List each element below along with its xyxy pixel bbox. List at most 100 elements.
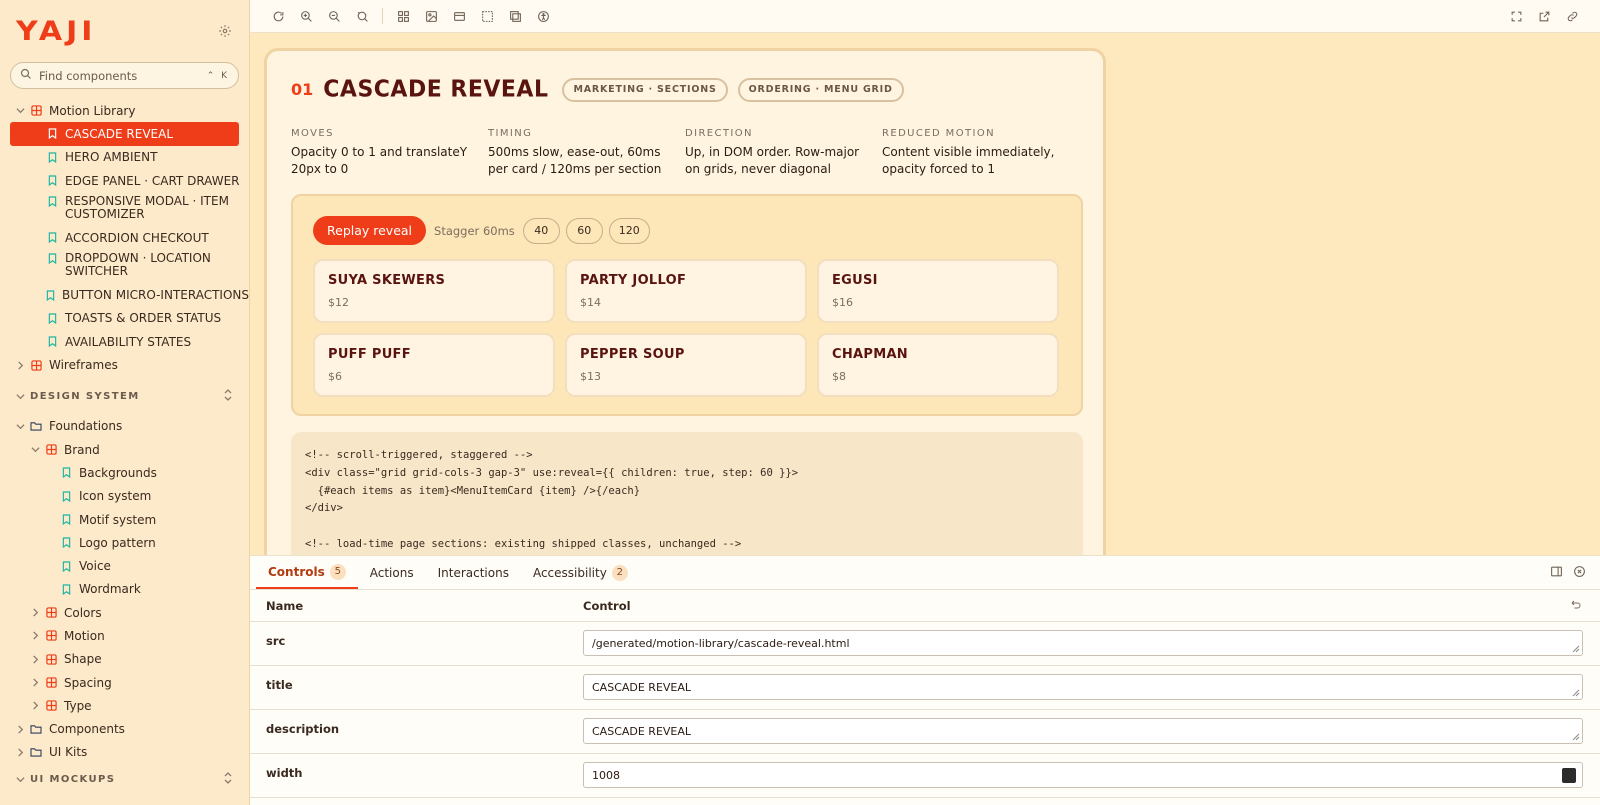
zoom-reset-icon[interactable]	[348, 2, 376, 30]
tab-actions[interactable]: Actions	[358, 556, 426, 589]
preview-toolbar	[250, 0, 1600, 33]
tag-ordering-menu-grid: ORDERING · MENU GRID	[737, 77, 904, 102]
tab-interactions[interactable]: Interactions	[426, 556, 521, 589]
spec-direction: DIRECTION Up, in DOM order. Row-major on…	[685, 128, 860, 176]
menu-item-card[interactable]: PEPPER SOUP $13	[565, 333, 807, 397]
tag-marketing-sections: MARKETING · SECTIONS	[562, 77, 728, 102]
tree-item-voice[interactable]: Voice	[0, 554, 249, 577]
menu-item-card[interactable]: CHAPMAN $8	[817, 333, 1059, 397]
tree-item-shape[interactable]: Shape	[0, 648, 249, 671]
addons-panel: Controls 5 Actions Interactions Accessib…	[250, 555, 1600, 805]
expand-collapse-icon[interactable]	[223, 389, 233, 404]
tab-accessibility[interactable]: Accessibility 2	[521, 556, 640, 589]
component-grid-icon	[45, 444, 57, 456]
tree-item-availability[interactable]: AVAILABILITY STATES	[0, 330, 249, 353]
tree-item-accordion-checkout[interactable]: ACCORDION CHECKOUT	[0, 226, 249, 249]
grid-icon[interactable]	[389, 2, 417, 30]
section-design-system[interactable]: DESIGN SYSTEM	[0, 379, 249, 415]
menu-item-card[interactable]: EGUSI $16	[817, 259, 1059, 323]
resize-grip-icon[interactable]	[1572, 733, 1580, 741]
bookmark-icon	[46, 252, 58, 264]
spec-timing: TIMING 500ms slow, ease-out, 60ms per ca…	[488, 128, 662, 176]
section-ui-mockups[interactable]: UI MOCKUPS	[0, 764, 249, 794]
tree-item-ui-kits[interactable]: UI Kits	[0, 741, 249, 764]
prop-name: description	[266, 722, 340, 736]
resize-grip-icon[interactable]	[1572, 645, 1580, 653]
menu-item-card[interactable]: PUFF PUFF $6	[313, 333, 555, 397]
tree-item-hero-ambient[interactable]: HERO AMBIENT	[0, 146, 249, 169]
tree-item-wordmark[interactable]: Wordmark	[0, 578, 249, 601]
menu-item-card[interactable]: PARTY JOLLOF $14	[565, 259, 807, 323]
close-icon[interactable]	[1573, 565, 1586, 581]
tree-item-type[interactable]: Type	[0, 694, 249, 717]
bookmark-icon	[46, 195, 58, 207]
stagger-40-button[interactable]: 40	[522, 217, 560, 244]
tree-item-button-micro[interactable]: BUTTON MICRO-INTERACTIONS	[0, 283, 249, 306]
toolbar-divider	[382, 8, 383, 24]
expand-collapse-icon[interactable]	[223, 771, 233, 787]
accessibility-icon[interactable]	[529, 2, 557, 30]
tree-item-icon-system[interactable]: Icon system	[0, 485, 249, 508]
replay-reveal-button[interactable]: Replay reveal	[313, 216, 427, 245]
tree-item-colors[interactable]: Colors	[0, 601, 249, 624]
component-grid-icon	[45, 653, 57, 665]
zoom-out-icon[interactable]	[320, 2, 348, 30]
bookmark-icon	[60, 537, 72, 549]
controls-count-badge: 5	[329, 563, 346, 580]
prop-name: width	[266, 766, 303, 780]
resize-grip-icon[interactable]	[1572, 689, 1580, 697]
background-image-icon[interactable]	[417, 2, 445, 30]
tree-item-components[interactable]: Components	[0, 718, 249, 741]
menu-item-card[interactable]: SUYA SKEWERS $12	[313, 259, 555, 323]
reset-icon[interactable]	[1570, 598, 1600, 613]
component-grid-icon	[45, 607, 57, 619]
zoom-in-icon[interactable]	[292, 2, 320, 30]
tree-item-motion[interactable]: Motion	[0, 624, 249, 647]
open-new-tab-icon[interactable]	[1530, 2, 1558, 30]
section-number: 01	[291, 80, 314, 99]
tree-item-motion-library[interactable]: Motion Library	[0, 99, 249, 122]
tree-item-motif-system[interactable]: Motif system	[0, 508, 249, 531]
description-input[interactable]: CASCADE REVEAL	[583, 718, 1583, 744]
tree-item-backgrounds[interactable]: Backgrounds	[0, 461, 249, 484]
demo-controls: Replay reveal Stagger 60ms 40 60 120	[313, 216, 1061, 245]
fullscreen-icon[interactable]	[1502, 2, 1530, 30]
tree-item-responsive-modal[interactable]: RESPONSIVE MODAL · ITEM CUSTOMIZER	[0, 192, 249, 226]
copy-link-icon[interactable]	[1558, 2, 1586, 30]
measure-icon[interactable]	[501, 2, 529, 30]
tree-item-wireframes[interactable]: Wireframes	[0, 353, 249, 376]
tab-controls[interactable]: Controls 5	[256, 556, 358, 589]
tree-item-toasts[interactable]: TOASTS & ORDER STATUS	[0, 307, 249, 330]
tree-item-dropdown-location[interactable]: DROPDOWN · LOCATION SWITCHER	[0, 249, 249, 283]
stagger-120-button[interactable]: 120	[608, 217, 650, 244]
component-grid-icon	[30, 105, 42, 117]
folder-icon	[30, 723, 42, 735]
accessibility-count-badge: 2	[611, 564, 628, 581]
stagger-60-button[interactable]: 60	[565, 217, 603, 244]
reload-icon[interactable]	[264, 2, 292, 30]
bookmark-icon	[46, 289, 55, 301]
yaji-logo[interactable]: YAJI	[16, 15, 96, 47]
outline-icon[interactable]	[473, 2, 501, 30]
search-input[interactable]: Find components ⌃ K	[10, 62, 239, 89]
viewport-icon[interactable]	[445, 2, 473, 30]
gear-icon[interactable]	[217, 23, 233, 39]
tree-item-cascade-reveal[interactable]: CASCADE REVEAL	[10, 122, 239, 146]
search-shortcut: ⌃ K	[206, 70, 229, 81]
tree-item-spacing[interactable]: Spacing	[0, 671, 249, 694]
width-number-input[interactable]: 1008	[583, 762, 1583, 788]
tree-item-edge-panel[interactable]: EDGE PANEL · CART DRAWER	[0, 169, 249, 192]
tree-item-logo-pattern[interactable]: Logo pattern	[0, 531, 249, 554]
number-stepper[interactable]	[1562, 768, 1576, 783]
tree-item-foundations[interactable]: Foundations	[0, 415, 249, 438]
prop-name: src	[266, 634, 286, 648]
title-input[interactable]: CASCADE REVEAL	[583, 674, 1583, 700]
tree-item-brand[interactable]: Brand	[0, 438, 249, 461]
component-grid-icon	[45, 630, 57, 642]
search-placeholder: Find components	[39, 68, 138, 83]
bookmark-icon	[60, 583, 72, 595]
chevron-right-icon	[30, 654, 40, 664]
src-input[interactable]: /generated/motion-library/cascade-reveal…	[583, 630, 1583, 656]
prop-name: title	[266, 678, 293, 692]
panel-orientation-icon[interactable]	[1550, 565, 1563, 581]
